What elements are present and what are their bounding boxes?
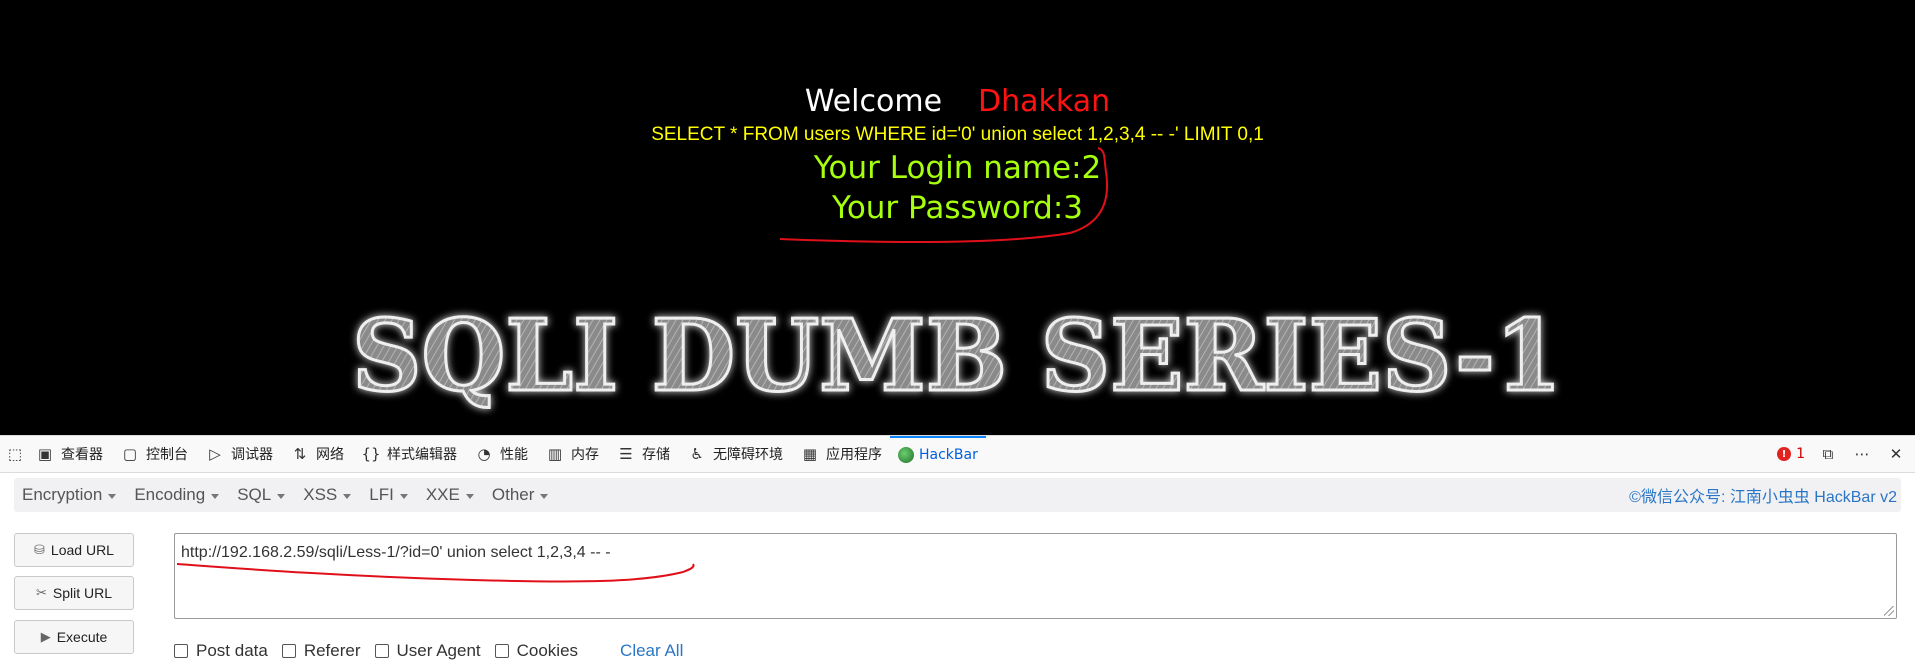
tab-debugger[interactable]: ▷ 调试器 <box>196 436 281 472</box>
resize-handle[interactable] <box>1884 606 1894 616</box>
debugger-icon: ▷ <box>209 445 221 463</box>
execute-label: Execute <box>56 629 108 645</box>
tab-console[interactable]: ▢ 控制台 <box>111 436 196 472</box>
menu-xss[interactable]: XSS <box>295 485 361 505</box>
hackbar-menubar: Encryption Encoding SQL XSS LFI XXE Othe… <box>14 478 1901 512</box>
logo-text: SQLI DUMB SERIES-1 <box>352 299 1562 414</box>
scissors-icon: ✂ <box>35 585 47 600</box>
chevron-down-icon <box>465 493 474 499</box>
clear-all-link[interactable]: Clear All <box>620 641 683 661</box>
performance-icon: ◔ <box>477 445 491 463</box>
url-textarea[interactable]: http://192.168.2.59/sqli/Less-1/?id=0' u… <box>174 533 1897 619</box>
storage-icon: ☰ <box>619 445 633 463</box>
url-annotation <box>176 563 695 583</box>
menu-xxe[interactable]: XXE <box>418 485 484 505</box>
tab-inspector-label: 查看器 <box>61 447 103 463</box>
memory-icon: ▥ <box>547 445 563 463</box>
more-options-icon[interactable]: ⋯ <box>1851 443 1873 465</box>
accessibility-icon: ♿ <box>690 445 704 463</box>
user-agent-label: User Agent <box>396 641 481 660</box>
split-url-label: Split URL <box>52 585 113 601</box>
tab-network[interactable]: ⇅ 网络 <box>281 436 352 472</box>
network-icon: ⇅ <box>293 445 307 463</box>
referer-option[interactable]: Referer <box>281 641 361 661</box>
tab-memory-label: 内存 <box>571 447 599 463</box>
post-data-checkbox[interactable] <box>174 644 188 658</box>
tab-accessibility[interactable]: ♿ 无障碍环境 <box>678 436 791 472</box>
menu-encoding[interactable]: Encoding <box>126 485 229 505</box>
page-content: Welcome Dhakkan SELECT * FROM users WHERE… <box>0 0 1915 435</box>
close-icon[interactable]: ✕ <box>1885 443 1907 465</box>
menu-xxe-label: XXE <box>425 485 460 504</box>
chevron-down-icon <box>211 493 220 499</box>
tab-inspector[interactable]: ▣ 查看器 <box>26 436 111 472</box>
menu-other-label: Other <box>491 485 535 504</box>
element-picker-icon[interactable]: ⬚ <box>4 443 26 465</box>
tab-console-label: 控制台 <box>146 447 188 463</box>
menu-sql-label: SQL <box>237 485 272 504</box>
menu-other[interactable]: Other <box>484 485 559 505</box>
hackbar-icon <box>898 447 914 463</box>
post-data-option[interactable]: Post data <box>174 641 268 661</box>
tab-style-editor[interactable]: {} 样式编辑器 <box>352 436 465 472</box>
menu-sql[interactable]: SQL <box>229 485 295 505</box>
devtools-toolbar: ⬚ ▣ 查看器 ▢ 控制台 ▷ 调试器 ⇅ 网络 {} 样式编辑器 ◔ 性能 ▥ 内存 ☰ 存储… <box>0 435 1915 473</box>
cookies-label: Cookies <box>516 641 579 660</box>
menu-xss-label: XSS <box>303 485 338 504</box>
error-count: 1 <box>1796 446 1805 462</box>
menu-lfi[interactable]: LFI <box>361 485 418 505</box>
tab-storage[interactable]: ☰ 存储 <box>607 436 678 472</box>
tab-network-label: 网络 <box>316 447 344 463</box>
cookies-checkbox[interactable] <box>494 644 509 658</box>
dock-side-icon[interactable]: ⧉ <box>1817 443 1839 465</box>
referer-label: Referer <box>303 641 361 660</box>
user-agent-option[interactable]: User Agent <box>374 641 481 661</box>
execute-button[interactable]: ▶ Execute <box>14 620 134 654</box>
devtools-right-tools: ! 1 ⧉ ⋯ ✕ <box>1777 443 1915 465</box>
tab-performance[interactable]: ◔ 性能 <box>465 436 536 472</box>
tab-application[interactable]: ▦ 应用程序 <box>791 436 890 472</box>
load-url-icon: ⛁ <box>34 542 45 557</box>
chevron-down-icon <box>540 493 549 499</box>
hackbar-panel: Encryption Encoding SQL XSS LFI XXE Othe… <box>0 473 1915 670</box>
application-icon: ▦ <box>802 445 818 463</box>
play-icon: ▶ <box>40 629 51 644</box>
tab-memory[interactable]: ▥ 内存 <box>536 436 607 472</box>
sqli-logo: SQLI DUMB SERIES-1 <box>351 298 1564 416</box>
tab-hackbar-label: HackBar <box>919 447 978 463</box>
error-icon: ! <box>1777 447 1792 461</box>
menu-lfi-label: LFI <box>369 485 394 504</box>
post-data-label: Post data <box>196 641 268 660</box>
split-url-button[interactable]: ✂ Split URL <box>14 576 134 610</box>
menu-encryption-label: Encryption <box>22 485 103 504</box>
tab-debugger-label: 调试器 <box>231 447 273 463</box>
chevron-down-icon <box>108 493 117 499</box>
tab-style-editor-label: 样式编辑器 <box>387 447 457 463</box>
chevron-down-icon <box>277 493 286 499</box>
error-counter[interactable]: ! 1 <box>1777 446 1805 462</box>
tab-accessibility-label: 无障碍环境 <box>713 447 783 463</box>
cookies-option[interactable]: Cookies <box>494 641 579 661</box>
tab-storage-label: 存储 <box>642 447 670 463</box>
load-url-button[interactable]: ⛁ Load URL <box>14 533 134 567</box>
chevron-down-icon <box>399 493 408 499</box>
menu-encoding-label: Encoding <box>134 485 206 504</box>
referer-checkbox[interactable] <box>281 644 296 658</box>
style-editor-icon: {} <box>361 445 381 463</box>
menu-encryption[interactable]: Encryption <box>14 485 126 505</box>
console-icon: ▢ <box>122 445 138 463</box>
inspector-icon: ▣ <box>37 445 53 463</box>
tab-hackbar[interactable]: HackBar <box>890 436 986 472</box>
hackbar-options: Post data Referer User Agent Cookies Cle… <box>174 641 683 661</box>
user-agent-checkbox[interactable] <box>374 644 389 658</box>
load-url-label: Load URL <box>50 542 114 558</box>
tab-performance-label: 性能 <box>500 447 528 463</box>
tab-application-label: 应用程序 <box>826 447 882 463</box>
chevron-down-icon <box>343 493 352 499</box>
hackbar-credit: ©微信公众号: 江南小虫虫 HackBar v2 <box>1629 489 1897 506</box>
